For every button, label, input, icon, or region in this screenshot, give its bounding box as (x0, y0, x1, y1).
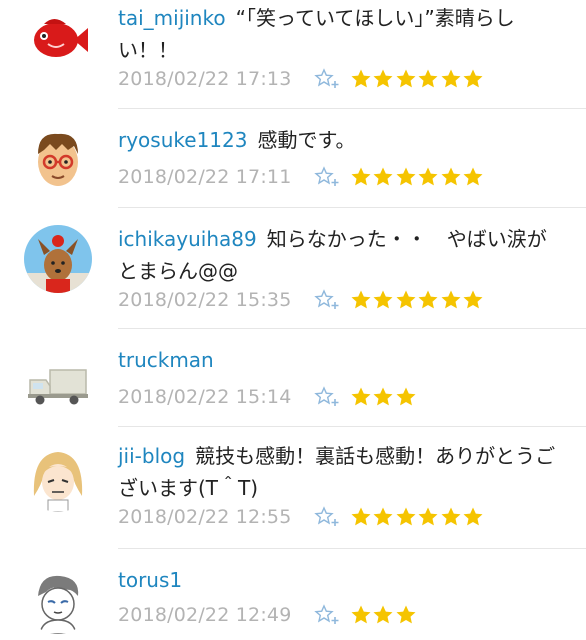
star-icon (396, 507, 416, 526)
username-link[interactable]: ryosuke1123 (118, 128, 247, 152)
red-fish-avatar[interactable] (24, 4, 92, 72)
star-icon (463, 167, 483, 186)
divider (118, 108, 586, 109)
comment-meta: 2018/02/22 17:11 (118, 162, 485, 192)
timestamp: 2018/02/22 17:13 (118, 68, 292, 90)
star-icon (373, 167, 393, 186)
comment-text-block: torus1 (118, 564, 564, 596)
comment-text-block: ryosuke1123 感動です。 (118, 124, 564, 156)
username-link[interactable]: torus1 (118, 568, 182, 592)
username-link[interactable]: tai_mijinko (118, 6, 226, 30)
star-icon (373, 387, 393, 406)
star-icon (418, 167, 438, 186)
star-rating (350, 506, 485, 528)
star-icon (441, 290, 461, 309)
star-icon (351, 507, 371, 526)
add-star-icon[interactable] (313, 68, 340, 90)
star-rating (350, 289, 485, 311)
star-icon (396, 167, 416, 186)
comment-text: 感動です。 (257, 128, 356, 152)
sketch-person-avatar[interactable] (24, 566, 92, 634)
star-icon (351, 69, 371, 88)
timestamp: 2018/02/22 17:11 (118, 166, 292, 188)
star-icon (396, 605, 416, 624)
star-rating (350, 166, 485, 188)
star-icon (373, 605, 393, 624)
star-icon (441, 507, 461, 526)
comment-meta: 2018/02/22 15:14 (118, 382, 417, 412)
star-icon (463, 290, 483, 309)
comment-list: tai_mijinko “「笑っていてほしい」”素晴らしい！！ 2018/02/2… (0, 0, 586, 640)
divider (118, 207, 586, 208)
dog-avatar[interactable] (24, 225, 92, 293)
star-icon (396, 290, 416, 309)
timestamp: 2018/02/22 12:49 (118, 604, 292, 626)
timestamp: 2018/02/22 15:35 (118, 289, 292, 311)
star-icon (418, 290, 438, 309)
username-link[interactable]: truckman (118, 348, 214, 372)
star-icon (351, 290, 371, 309)
comment-meta: 2018/02/22 17:13 (118, 64, 485, 94)
add-star-icon[interactable] (313, 289, 340, 311)
timestamp: 2018/02/22 12:55 (118, 506, 292, 528)
star-icon (351, 387, 371, 406)
timestamp: 2018/02/22 15:14 (118, 386, 292, 408)
star-rating (350, 604, 418, 626)
star-icon (373, 507, 393, 526)
star-icon (351, 605, 371, 624)
add-star-icon[interactable] (313, 166, 340, 188)
star-icon (463, 507, 483, 526)
comment-text-block: jii-blog 競技も感動！裏話も感動！ありがとうございます(T＾T) (118, 440, 564, 504)
add-star-icon[interactable] (313, 604, 340, 626)
divider (118, 548, 586, 549)
star-rating (350, 68, 485, 90)
username-link[interactable]: ichikayuiha89 (118, 227, 257, 251)
star-icon (396, 387, 416, 406)
divider (118, 426, 586, 427)
truck-avatar[interactable] (24, 350, 92, 418)
divider (118, 328, 586, 329)
comment-meta: 2018/02/22 15:35 (118, 285, 485, 315)
star-icon (441, 69, 461, 88)
star-icon (441, 167, 461, 186)
star-icon (463, 69, 483, 88)
star-icon (351, 167, 371, 186)
boy-glasses-avatar[interactable] (24, 124, 92, 192)
comment-text-block: ichikayuiha89 知らなかった・・ やばい涙がとまらん@@ (118, 223, 564, 287)
add-star-icon[interactable] (313, 506, 340, 528)
star-icon (418, 507, 438, 526)
star-icon (373, 290, 393, 309)
comment-meta: 2018/02/22 12:49 (118, 600, 417, 630)
blonde-girl-avatar[interactable] (24, 444, 92, 512)
comment-text-block: tai_mijinko “「笑っていてほしい」”素晴らしい！！ (118, 2, 564, 66)
username-link[interactable]: jii-blog (118, 444, 185, 468)
comment-text-block: truckman (118, 344, 564, 376)
star-icon (373, 69, 393, 88)
add-star-icon[interactable] (313, 386, 340, 408)
comment-meta: 2018/02/22 12:55 (118, 502, 485, 532)
star-icon (418, 69, 438, 88)
star-rating (350, 386, 418, 408)
star-icon (396, 69, 416, 88)
